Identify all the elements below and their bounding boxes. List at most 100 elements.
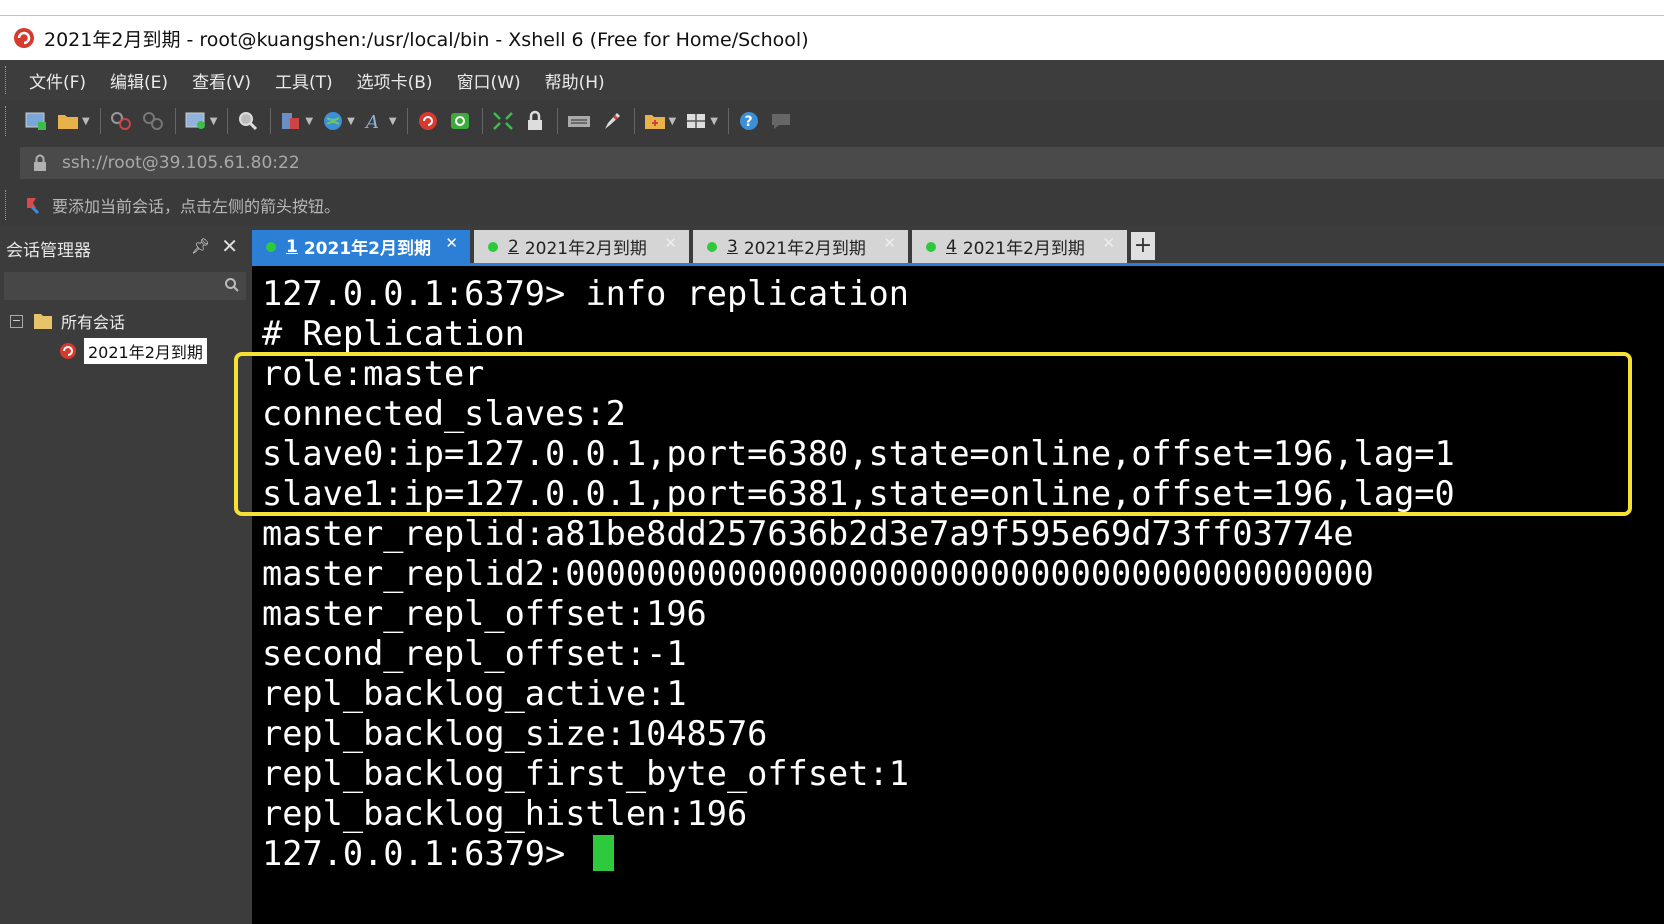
terminal-line: 127.0.0.1:6379> info replication	[262, 274, 909, 313]
address-text: ssh://root@39.105.61.80:22	[62, 153, 300, 173]
toolbar-grip[interactable]	[5, 106, 9, 136]
globe-icon[interactable]: ▼	[321, 104, 355, 138]
session-manager-header: 会话管理器 📌︎ ✕	[0, 226, 252, 270]
tab-close-icon[interactable]: ✕	[1102, 234, 1115, 252]
menu-tools[interactable]: 工具(T)	[275, 68, 333, 93]
menu-tabs[interactable]: 选项卡(B)	[357, 68, 433, 93]
terminal-line: slave1:ip=127.0.0.1,port=6381,state=onli…	[262, 474, 1455, 513]
connect-icon[interactable]	[109, 104, 133, 138]
address-bar: ssh://root@39.105.61.80:22	[0, 142, 1664, 184]
title-bar: 2021年2月到期 - root@kuangshen:/usr/local/bi…	[0, 16, 1664, 60]
open-folder-icon[interactable]: ▼	[56, 104, 90, 138]
tab-label: 2021年2月到期	[303, 239, 431, 259]
tree-root-all-sessions[interactable]: − 所有会话	[0, 306, 252, 336]
session-icon	[60, 343, 76, 359]
tab-session-4[interactable]: 4 2021年2月到期 ✕	[912, 230, 1127, 263]
lock-icon	[34, 154, 46, 171]
terminal-line: second_repl_offset:-1	[262, 634, 687, 673]
menu-window[interactable]: 窗口(W)	[457, 68, 521, 93]
tab-label: 2021年2月到期	[524, 239, 647, 259]
toolbar-separator	[99, 108, 101, 134]
terminal-line: repl_backlog_size:1048576	[262, 714, 768, 753]
tree-item-session[interactable]: 2021年2月到期	[0, 336, 252, 366]
session-manager-panel: 会话管理器 📌︎ ✕ − 所有会话 2021年2月到期	[0, 226, 253, 924]
tab-number: 4	[946, 236, 957, 257]
tab-bar: 1 2021年2月到期 ✕ 2 2021年2月到期 ✕ 3 2021年2月到期 …	[252, 226, 1664, 266]
new-folder-icon[interactable]: ▼	[643, 104, 676, 138]
tab-session-2[interactable]: 2 2021年2月到期 ✕	[474, 230, 689, 263]
terminal-line: master_replid2:0000000000000000000000000…	[262, 554, 1374, 593]
svg-text:A: A	[364, 112, 379, 132]
highlighter-icon[interactable]	[600, 104, 624, 138]
toolbar-separator	[227, 108, 229, 134]
reconnect-icon[interactable]: ▼	[184, 104, 217, 138]
disconnect-icon[interactable]	[141, 104, 165, 138]
tab-close-icon[interactable]: ✕	[445, 234, 458, 252]
close-icon[interactable]: ✕	[221, 234, 238, 258]
help-icon[interactable]: ?	[737, 104, 761, 138]
toolbar-separator	[556, 108, 558, 134]
transfer-icon[interactable]: ▼	[279, 104, 313, 138]
menu-help[interactable]: 帮助(H)	[545, 68, 605, 93]
font-icon[interactable]: A ▼	[363, 104, 397, 138]
tab-number: 3	[727, 236, 738, 257]
tab-label: 2021年2月到期	[743, 239, 866, 259]
chat-icon[interactable]	[769, 104, 793, 138]
terminal-line: repl_backlog_active:1	[262, 674, 687, 713]
hint-bar: 要添加当前会话，点击左侧的箭头按钮。	[0, 184, 1664, 226]
terminal[interactable]: 127.0.0.1:6379> info replication # Repli…	[252, 266, 1664, 924]
toolbar-separator	[481, 108, 483, 134]
terminal-cursor	[593, 835, 615, 871]
menu-bar: 文件(F) 编辑(E) 查看(V) 工具(T) 选项卡(B) 窗口(W) 帮助(…	[0, 60, 1664, 100]
session-tree: − 所有会话 2021年2月到期	[0, 306, 252, 366]
find-icon[interactable]	[236, 104, 260, 138]
status-dot	[707, 241, 717, 252]
search-icon[interactable]	[224, 277, 240, 293]
keyboard-icon[interactable]	[566, 104, 592, 138]
terminal-prompt-line: 127.0.0.1:6379>	[262, 834, 615, 874]
terminal-line: # Replication	[262, 314, 525, 353]
tree-item-label: 2021年2月到期	[84, 338, 207, 364]
menu-view[interactable]: 查看(V)	[192, 68, 251, 93]
address-field[interactable]: ssh://root@39.105.61.80:22	[20, 147, 1664, 179]
layout-icon[interactable]: ▼	[684, 104, 718, 138]
menu-edit[interactable]: 编辑(E)	[110, 68, 168, 93]
xshell-app-icon	[14, 28, 34, 48]
menu-grip[interactable]	[5, 66, 9, 94]
collapse-toggle-icon[interactable]: −	[10, 314, 23, 328]
hint-grip	[5, 190, 9, 220]
toolbar-separator	[406, 108, 408, 134]
session-search-input[interactable]	[4, 272, 246, 300]
new-tab-button[interactable]: +	[1131, 232, 1155, 260]
tab-session-3[interactable]: 3 2021年2月到期 ✕	[693, 230, 908, 263]
hint-text: 要添加当前会话，点击左侧的箭头按钮。	[52, 197, 341, 216]
folder-icon	[34, 314, 52, 329]
terminal-line: connected_slaves:2	[262, 394, 626, 433]
terminal-line: repl_backlog_first_byte_offset:1	[262, 754, 909, 793]
tab-session-1[interactable]: 1 2021年2月到期 ✕	[252, 230, 470, 263]
terminal-line: slave0:ip=127.0.0.1,port=6380,state=onli…	[262, 434, 1455, 473]
menu-file[interactable]: 文件(F)	[29, 68, 86, 93]
fullscreen-icon[interactable]	[491, 104, 515, 138]
status-dot	[266, 241, 276, 252]
lock-icon[interactable]	[523, 104, 547, 138]
tab-close-icon[interactable]: ✕	[664, 234, 677, 252]
pin-icon[interactable]: 📌︎	[191, 237, 210, 255]
toolbar-separator	[174, 108, 176, 134]
xshell-icon[interactable]	[416, 104, 440, 138]
new-session-icon[interactable]	[24, 104, 48, 138]
toolbar: ▼ ▼ ▼ ▼ A ▼ ▼ ▼ ?	[0, 100, 1664, 142]
tab-number: 1	[286, 236, 298, 257]
tab-label: 2021年2月到期	[962, 239, 1085, 259]
tab-close-icon[interactable]: ✕	[883, 234, 896, 252]
window-top-edge	[0, 0, 1664, 16]
window-title: 2021年2月到期 - root@kuangshen:/usr/local/bi…	[44, 28, 809, 51]
toolbar-separator	[270, 108, 272, 134]
toolbar-separator	[633, 108, 635, 134]
terminal-line: master_replid:a81be8dd257636b2d3e7a9f595…	[262, 514, 1354, 553]
xftp-icon[interactable]	[448, 104, 472, 138]
session-manager-title: 会话管理器	[6, 240, 91, 261]
status-dot	[926, 241, 936, 252]
add-session-arrow-icon[interactable]	[24, 195, 44, 215]
terminal-line: master_repl_offset:196	[262, 594, 707, 633]
